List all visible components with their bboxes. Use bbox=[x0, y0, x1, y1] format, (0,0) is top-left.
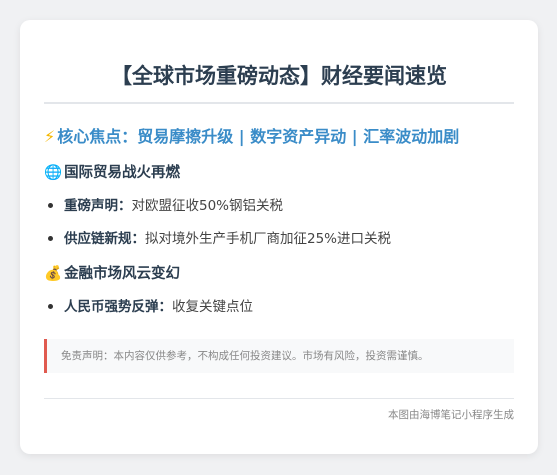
focus-text: 核心焦点：贸易摩擦升级 | 数字资产异动 | 汇率波动加剧 bbox=[57, 127, 460, 146]
disclaimer-box: 免责声明：本内容仅供参考，不构成任何投资建议。市场有风险，投资需谨慎。 bbox=[44, 339, 514, 373]
bullet-icon bbox=[48, 203, 53, 208]
list-item: 人民币强势反弹：收复关键点位 bbox=[44, 297, 514, 317]
item-value: 收复关键点位 bbox=[172, 299, 253, 315]
section-heading-trade: 🌐 国际贸易战火再燃 bbox=[44, 163, 514, 183]
item-value: 拟对境外生产手机厂商加征25%进口关税 bbox=[145, 231, 392, 247]
section-title: 国际贸易战火再燃 bbox=[64, 165, 181, 181]
section-heading-finance: 💰 金融市场风云变幻 bbox=[44, 264, 514, 284]
bullet-icon bbox=[48, 304, 53, 309]
title-divider bbox=[44, 102, 514, 104]
item-key: 人民币强势反弹： bbox=[64, 299, 172, 315]
lightning-icon: ⚡ bbox=[44, 127, 56, 146]
item-key: 供应链新规： bbox=[64, 231, 145, 247]
list-item: 重磅声明：对欧盟征收50%钢铝关税 bbox=[44, 196, 514, 216]
finance-list: 人民币强势反弹：收复关键点位 bbox=[44, 297, 514, 317]
globe-icon: 🌐 bbox=[44, 165, 63, 181]
section-title: 金融市场风云变幻 bbox=[64, 266, 181, 282]
item-key: 重磅声明： bbox=[64, 198, 132, 214]
focus-line: ⚡ 核心焦点：贸易摩擦升级 | 数字资产异动 | 汇率波动加剧 bbox=[44, 126, 514, 148]
footer-credit: 本图由海博笔记小程序生成 bbox=[388, 409, 514, 421]
bullet-icon bbox=[48, 236, 53, 241]
page-title: 【全球市场重磅动态】财经要闻速览 bbox=[111, 64, 447, 88]
trade-list: 重磅声明：对欧盟征收50%钢铝关税 供应链新规：拟对境外生产手机厂商加征25%进… bbox=[44, 196, 514, 249]
list-item: 供应链新规：拟对境外生产手机厂商加征25%进口关税 bbox=[44, 229, 514, 249]
money-bag-icon: 💰 bbox=[44, 266, 63, 282]
article-card: 【全球市场重磅动态】财经要闻速览 ⚡ 核心焦点：贸易摩擦升级 | 数字资产异动 |… bbox=[20, 20, 538, 454]
footer-divider bbox=[44, 398, 514, 399]
item-value: 对欧盟征收50%钢铝关税 bbox=[131, 198, 284, 214]
